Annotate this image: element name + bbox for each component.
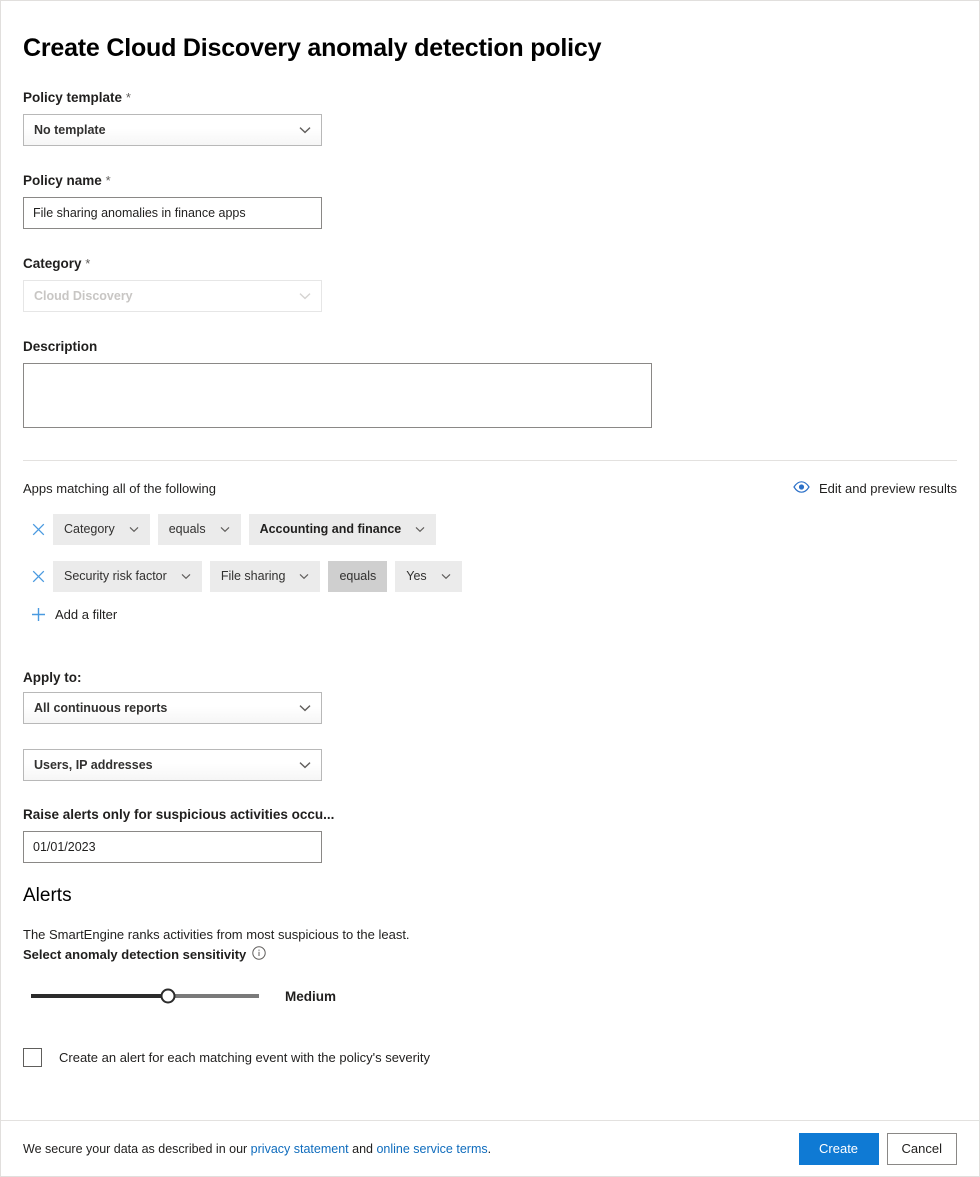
page-content: Create Cloud Discovery anomaly detection…	[1, 1, 979, 1067]
category-dropdown: Cloud Discovery	[23, 280, 322, 312]
slider-track-fill	[31, 994, 168, 998]
footer-bar: We secure your data as described in our …	[1, 1120, 979, 1176]
alert-per-event-label: Create an alert for each matching event …	[59, 1050, 430, 1065]
filter-field-chip[interactable]: Security risk factor	[53, 561, 202, 592]
edit-preview-results-label: Edit and preview results	[819, 481, 957, 496]
filter-subfield-chip[interactable]: File sharing	[210, 561, 321, 592]
chevron-down-icon	[181, 573, 191, 580]
category-label-text: Category	[23, 256, 82, 271]
filter-operator-chip[interactable]: equals	[328, 561, 387, 592]
add-filter-button[interactable]: Add a filter	[23, 607, 117, 622]
filter-field-label: Category	[64, 522, 115, 536]
info-icon[interactable]	[252, 946, 266, 963]
apply-to-reports-value: All continuous reports	[34, 701, 167, 715]
chevron-down-icon	[415, 526, 425, 533]
cancel-button[interactable]: Cancel	[887, 1133, 957, 1165]
apply-to-label: Apply to:	[23, 670, 957, 685]
sensitivity-label: Select anomaly detection sensitivity	[23, 946, 957, 963]
chevron-down-icon	[299, 704, 311, 712]
policy-name-input[interactable]	[23, 197, 322, 229]
alert-per-event-checkbox-row[interactable]: Create an alert for each matching event …	[23, 1048, 430, 1067]
footer-note-prefix: We secure your data as described in our	[23, 1142, 251, 1156]
filter-value-label: Accounting and finance	[260, 522, 402, 536]
field-policy-template: Policy template * No template	[23, 89, 957, 146]
field-description: Description	[23, 338, 957, 433]
filter-field-chip[interactable]: Category	[53, 514, 150, 545]
apply-to-section: Apply to: All continuous reports Users, …	[23, 670, 957, 781]
policy-template-value: No template	[34, 123, 106, 137]
chevron-down-icon	[129, 526, 139, 533]
alerts-description: The SmartEngine ranks activities from mo…	[23, 925, 957, 945]
policy-template-dropdown[interactable]: No template	[23, 114, 322, 146]
filter-value-chip[interactable]: Yes	[395, 561, 461, 592]
filter-operator-chip[interactable]: equals	[158, 514, 241, 545]
create-policy-page: Create Cloud Discovery anomaly detection…	[0, 0, 980, 1177]
alerts-heading: Alerts	[23, 885, 957, 907]
raise-alerts-label: Raise alerts only for suspicious activit…	[23, 806, 957, 824]
footer-note-suffix: .	[488, 1142, 491, 1156]
required-marker: *	[126, 90, 131, 105]
policy-name-label-text: Policy name	[23, 173, 102, 188]
description-textarea[interactable]	[23, 363, 652, 428]
chevron-down-icon	[299, 573, 309, 580]
slider-thumb[interactable]	[160, 989, 175, 1004]
close-icon[interactable]	[23, 523, 53, 536]
close-icon[interactable]	[23, 570, 53, 583]
filter-field-label: Security risk factor	[64, 569, 167, 583]
online-service-terms-link[interactable]: online service terms	[376, 1142, 487, 1156]
add-filter-label: Add a filter	[55, 607, 117, 622]
required-marker: *	[106, 173, 111, 188]
section-divider	[23, 460, 957, 461]
filter-row: Category equals Accounting and finance	[23, 513, 957, 545]
filter-operator-label: equals	[169, 522, 206, 536]
chevron-down-icon	[441, 573, 451, 580]
sensitivity-slider[interactable]	[31, 986, 259, 1006]
create-button[interactable]: Create	[799, 1133, 879, 1165]
apply-to-reports-dropdown[interactable]: All continuous reports	[23, 692, 322, 724]
chevron-down-icon	[220, 526, 230, 533]
policy-template-label: Policy template *	[23, 89, 957, 107]
footer-note: We secure your data as described in our …	[23, 1142, 799, 1156]
field-policy-name: Policy name *	[23, 172, 957, 229]
filter-rows: Category equals Accounting and finance	[23, 513, 957, 622]
chevron-down-icon	[299, 761, 311, 769]
filter-value-chip[interactable]: Accounting and finance	[249, 514, 437, 545]
sensitivity-slider-row: Medium	[23, 986, 957, 1006]
field-raise-alerts-date: Raise alerts only for suspicious activit…	[23, 806, 957, 863]
footer-note-middle: and	[349, 1142, 377, 1156]
filter-operator-label: equals	[339, 569, 376, 583]
apply-to-scope-dropdown[interactable]: Users, IP addresses	[23, 749, 322, 781]
filter-value-label: Yes	[406, 569, 426, 583]
field-category: Category * Cloud Discovery	[23, 255, 957, 312]
privacy-statement-link[interactable]: privacy statement	[251, 1142, 349, 1156]
alert-per-event-checkbox[interactable]	[23, 1048, 42, 1067]
eye-icon	[793, 481, 810, 496]
chevron-down-icon	[299, 126, 311, 134]
filter-row: Security risk factor File sharing equals…	[23, 560, 957, 592]
filter-subfield-label: File sharing	[221, 569, 286, 583]
plus-icon	[23, 607, 53, 622]
description-label: Description	[23, 338, 957, 356]
apply-to-scope-value: Users, IP addresses	[34, 758, 153, 772]
filters-heading: Apps matching all of the following	[23, 481, 216, 496]
required-marker: *	[85, 256, 90, 271]
category-value: Cloud Discovery	[34, 289, 133, 303]
raise-alerts-date-input[interactable]	[23, 831, 322, 863]
policy-template-label-text: Policy template	[23, 90, 122, 105]
sensitivity-value: Medium	[285, 989, 336, 1004]
edit-preview-results-link[interactable]: Edit and preview results	[793, 481, 957, 496]
filters-header: Apps matching all of the following Edit …	[23, 481, 957, 496]
chevron-down-icon	[299, 292, 311, 300]
category-label: Category *	[23, 255, 957, 273]
page-title: Create Cloud Discovery anomaly detection…	[23, 1, 957, 63]
policy-name-label: Policy name *	[23, 172, 957, 190]
sensitivity-label-text: Select anomaly detection sensitivity	[23, 947, 246, 962]
